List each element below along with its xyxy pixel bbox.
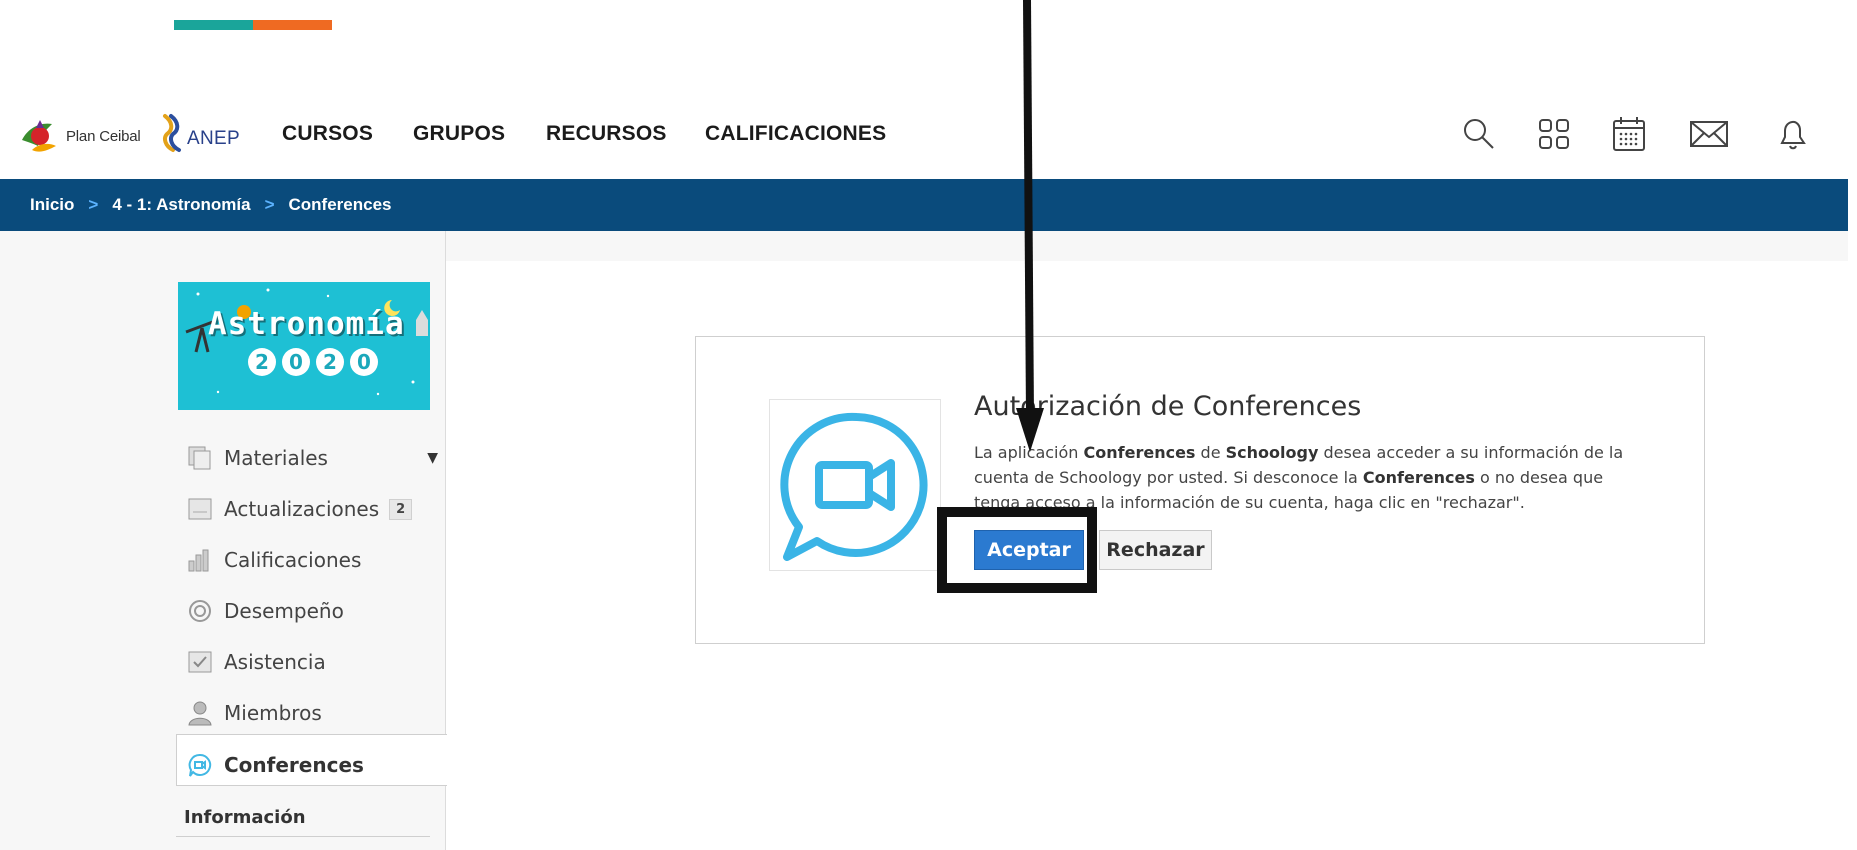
nav-cursos[interactable]: CURSOS (282, 122, 373, 146)
sidebar-item-desempeno[interactable]: Desempeño (186, 597, 344, 625)
search-icon[interactable] (1459, 114, 1499, 154)
breadcrumb-separator: > (88, 195, 99, 214)
sidebar-item-label: Calificaciones (224, 548, 362, 572)
accent-bar-teal (174, 20, 253, 30)
message-part: de (1195, 443, 1226, 462)
sidebar-item-asistencia[interactable]: Asistencia (186, 648, 326, 676)
mail-icon[interactable] (1689, 114, 1729, 154)
reject-button[interactable]: Rechazar (1099, 530, 1212, 570)
nav-calificaciones[interactable]: CALIFICACIONES (705, 122, 886, 146)
grades-icon (186, 546, 214, 574)
breadcrumb-course[interactable]: 4 - 1: Astronomía (112, 195, 250, 215)
course-image-title: Astronomía (208, 306, 405, 342)
sidebar-item-label: Asistencia (224, 650, 326, 674)
app-name: Conferences (1083, 443, 1196, 462)
apps-grid-icon[interactable] (1534, 114, 1574, 154)
sidebar-divider (176, 836, 430, 837)
breadcrumb-separator: > (264, 195, 275, 214)
plan-ceibal-logo-text: Plan Ceibal (66, 127, 141, 145)
highlight-box (937, 507, 1097, 593)
breadcrumb: Inicio > 4 - 1: Astronomía > Conferences (0, 179, 1848, 231)
members-icon (186, 699, 214, 727)
materials-icon (186, 444, 214, 472)
sidebar-item-calificaciones[interactable]: Calificaciones (186, 546, 361, 574)
attendance-icon (186, 648, 214, 676)
plan-ceibal-logo-icon (22, 120, 56, 152)
nav-grupos[interactable]: GRUPOS (413, 122, 505, 146)
conferences-icon (186, 751, 214, 779)
sidebar-item-actualizaciones[interactable]: Actualizaciones 2 (186, 495, 413, 523)
course-sidebar: Astronomía 2 0 2 0 Materiales ▼ Actualiz… (0, 231, 447, 850)
app-name: Conferences (1362, 468, 1475, 487)
anep-logo-icon (163, 114, 181, 152)
sidebar-item-label: Desempeño (224, 599, 344, 623)
course-image: Astronomía 2 0 2 0 (178, 282, 430, 410)
conferences-logo-icon (780, 412, 928, 561)
performance-icon (186, 597, 214, 625)
sidebar-item-miembros[interactable]: Miembros (186, 699, 322, 727)
course-image-year: 2 0 2 0 (248, 348, 378, 376)
breadcrumb-current: Conferences (288, 195, 392, 214)
sidebar-item-label: Conferences (224, 753, 364, 777)
year-digit: 0 (350, 348, 378, 376)
year-digit: 2 (248, 348, 276, 376)
sidebar-info-heading: Información (184, 807, 306, 828)
plan-ceibal-logo[interactable]: Plan Ceibal (18, 114, 141, 158)
updates-count-badge: 2 (389, 498, 413, 520)
top-nav: Plan Ceibal ANEP CURSOS GRUPOS RECURSOS … (0, 100, 1857, 170)
sidebar-item-label: Miembros (224, 701, 322, 725)
platform-name: Schoology (1225, 443, 1319, 462)
authorization-message: La aplicación Conferences de Schoology d… (974, 440, 1634, 515)
sidebar-item-materiales[interactable]: Materiales ▼ (186, 444, 438, 472)
accent-bar-orange (253, 20, 332, 30)
calendar-icon[interactable] (1609, 114, 1649, 154)
accent-bar (174, 20, 332, 30)
year-digit: 0 (282, 348, 310, 376)
sidebar-item-label: Actualizaciones (224, 497, 380, 521)
updates-icon (186, 495, 214, 523)
bell-icon[interactable] (1773, 114, 1813, 154)
conferences-app-logo (769, 399, 941, 571)
course-image-decor (185, 288, 428, 396)
anep-logo[interactable]: ANEP (159, 112, 240, 154)
authorization-title: Autorización de Conferences (974, 391, 1362, 422)
nav-recursos[interactable]: RECURSOS (546, 122, 667, 146)
sidebar-item-conferences[interactable]: Conferences (186, 751, 364, 779)
year-digit: 2 (316, 348, 344, 376)
sidebar-item-label: Materiales (224, 446, 328, 470)
chevron-down-icon[interactable]: ▼ (427, 450, 438, 466)
anep-logo-text: ANEP (187, 128, 240, 149)
authorization-card: Autorización de Conferences La aplicació… (695, 336, 1705, 644)
breadcrumb-home[interactable]: Inicio (30, 195, 74, 215)
message-part: La aplicación (974, 443, 1084, 462)
